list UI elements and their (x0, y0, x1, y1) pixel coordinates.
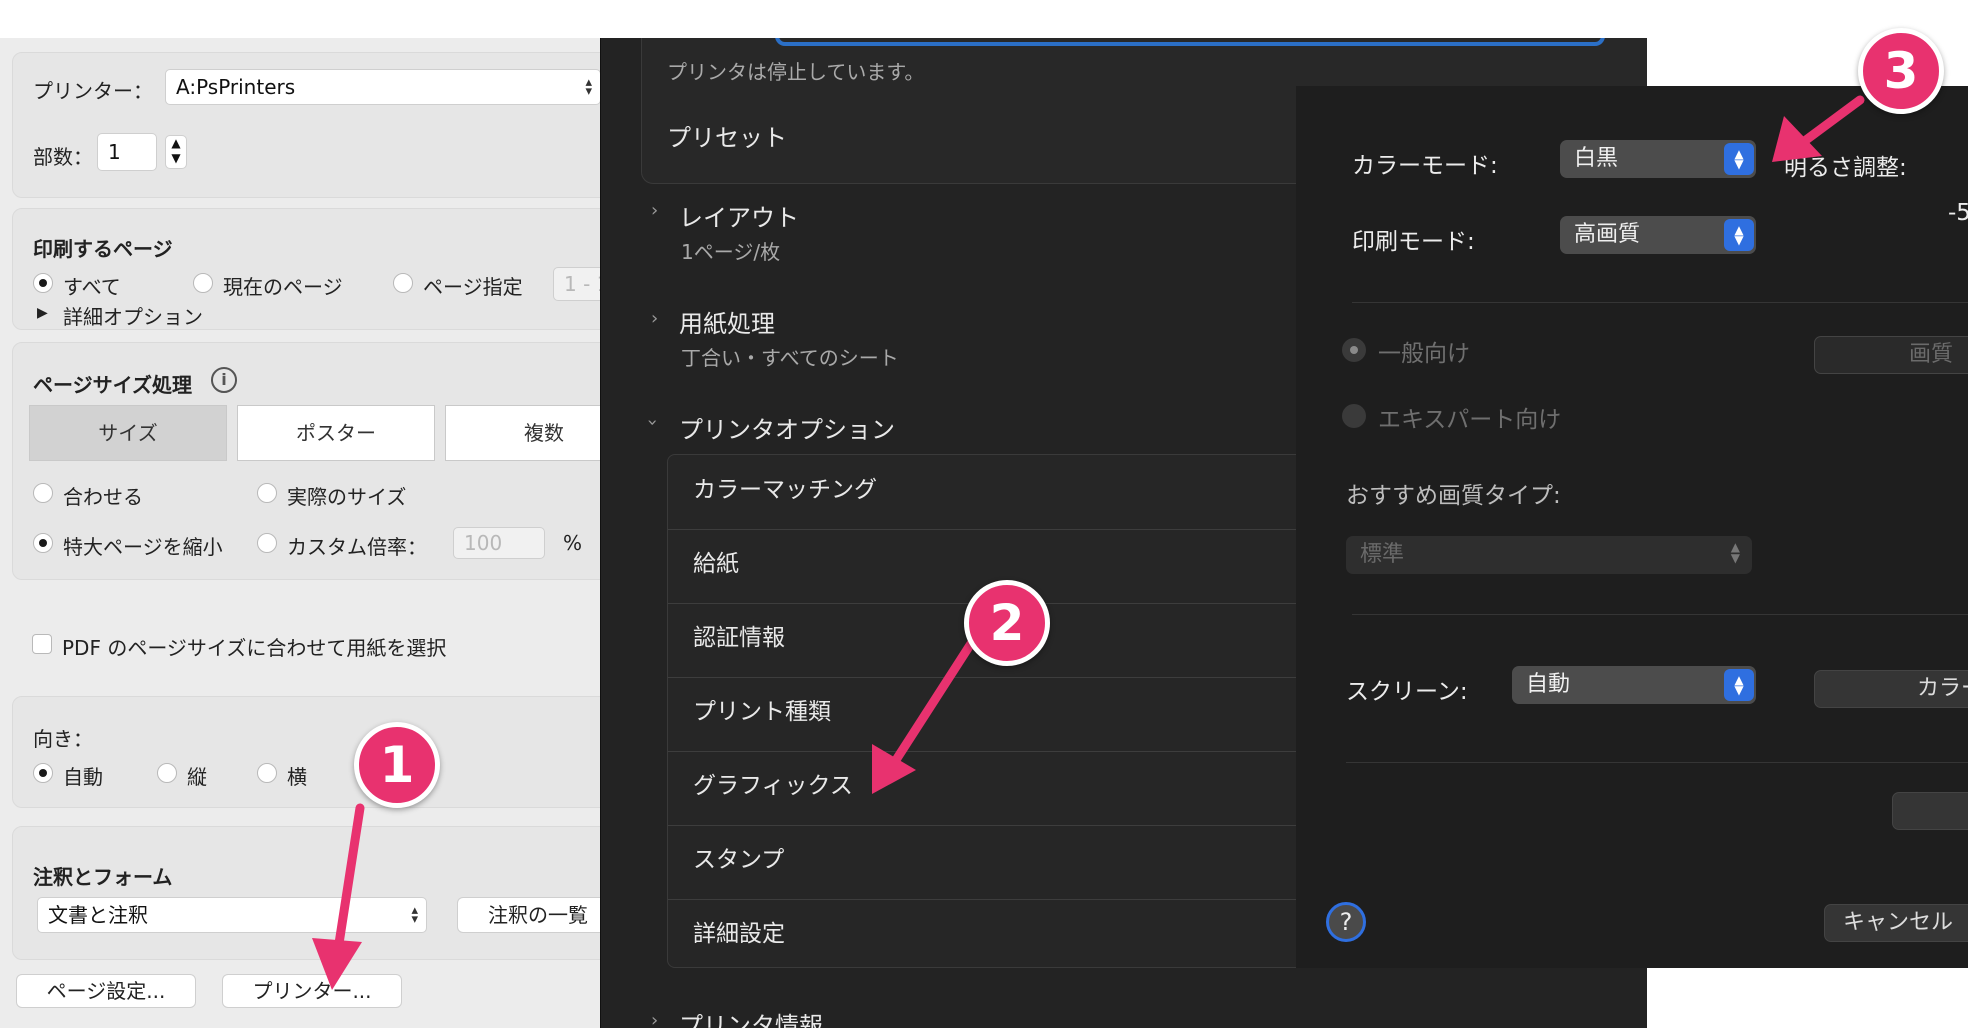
step-badge-1: 1 (354, 722, 440, 808)
arrow-2-head (872, 744, 916, 794)
arrow-3-shaft (1801, 95, 1865, 145)
step-badge-2: 2 (964, 580, 1050, 666)
annotation-arrows (312, 95, 1865, 990)
arrow-1-shaft (333, 803, 365, 955)
arrow-1-head (312, 938, 362, 990)
step-badge-3: 3 (1858, 28, 1944, 114)
arrow-2-shaft (891, 637, 977, 765)
